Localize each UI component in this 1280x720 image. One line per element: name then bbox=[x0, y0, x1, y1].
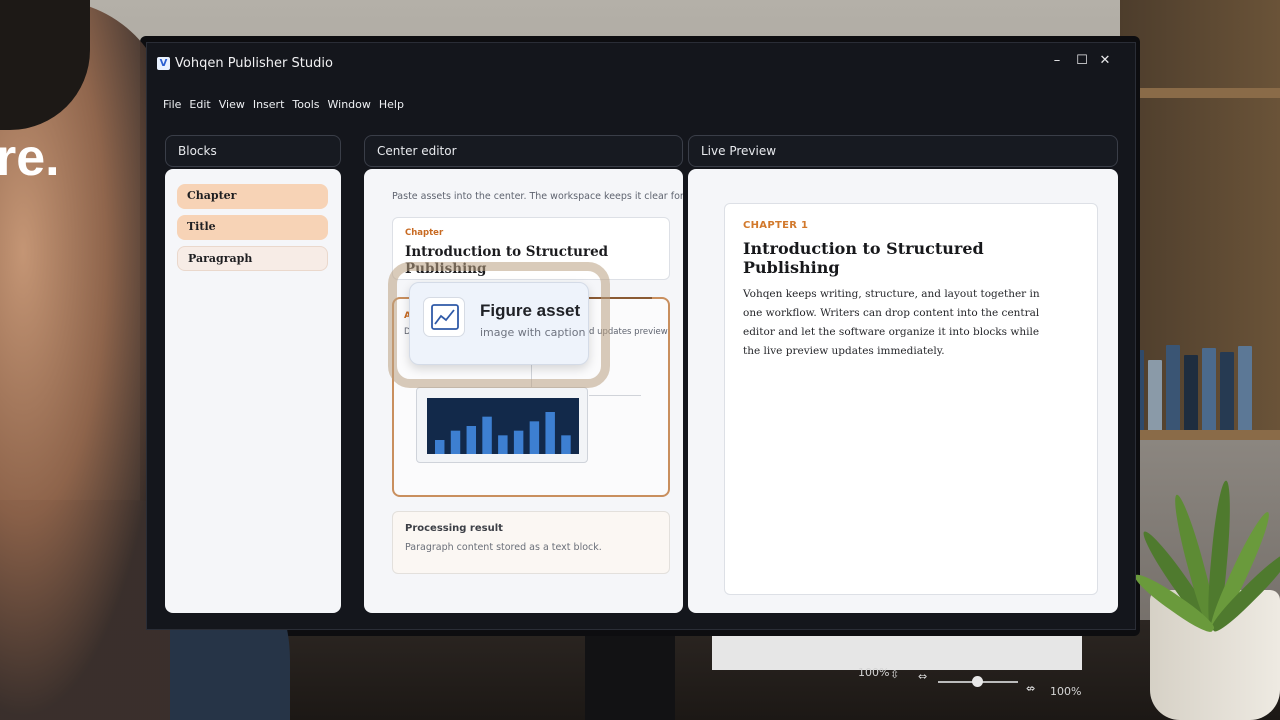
chart-bar bbox=[482, 416, 492, 454]
figure-chart bbox=[427, 398, 579, 454]
background-status-bar: 100% ⇳ ⇔ ⇎ 100% bbox=[850, 660, 1090, 700]
chapter-card-label: Chapter bbox=[405, 228, 444, 238]
menu-insert[interactable]: Insert bbox=[253, 98, 285, 111]
preview-page: CHAPTER 1 Introduction to Structured Pub… bbox=[724, 203, 1098, 595]
collapse-icon: ⇎ bbox=[1026, 682, 1036, 695]
menu-view[interactable]: View bbox=[219, 98, 245, 111]
menu-bar: File Edit View Insert Tools Window Help bbox=[163, 98, 412, 111]
fit-icon: ⇳ bbox=[890, 668, 900, 681]
block-chapter[interactable]: Chapter bbox=[177, 184, 328, 209]
editor-panel-header: Center editor bbox=[364, 135, 683, 167]
maximize-button[interactable]: ☐ bbox=[1072, 53, 1092, 68]
block-paragraph[interactable]: Paragraph bbox=[177, 246, 328, 271]
close-button[interactable]: ✕ bbox=[1095, 53, 1115, 68]
chart-line-icon bbox=[423, 297, 465, 337]
expand-icon: ⇔ bbox=[918, 670, 928, 683]
result-text: Paragraph content stored as a text block… bbox=[405, 542, 602, 553]
zoom-slider-knob bbox=[972, 676, 983, 687]
background-bookshelf bbox=[1120, 0, 1280, 440]
plant bbox=[1130, 390, 1280, 637]
chart-bar bbox=[450, 430, 461, 454]
editor-panel: Paste assets into the center. The worksp… bbox=[364, 169, 683, 613]
block-title[interactable]: Title bbox=[177, 215, 328, 240]
guide-line bbox=[589, 395, 641, 396]
figure-asset-drag-tile[interactable]: Figure asset image with caption bbox=[409, 282, 589, 365]
app-window: V Vohqen Publisher Studio – ☐ ✕ File Edi… bbox=[146, 42, 1136, 630]
blocks-panel-header: Blocks bbox=[165, 135, 341, 167]
result-title: Processing result bbox=[405, 523, 503, 534]
preview-title: Introduction to Structured Publishing bbox=[743, 239, 984, 277]
minimize-button[interactable]: – bbox=[1047, 53, 1067, 68]
drag-tile-title: Figure asset bbox=[480, 301, 581, 320]
app-logo-icon: V bbox=[157, 57, 170, 70]
preview-chapter-label: CHAPTER 1 bbox=[743, 220, 809, 231]
zoom-label: 100% bbox=[858, 666, 890, 679]
chart-bar bbox=[513, 430, 524, 454]
preview-body: Vohqen keeps writing, structure, and lay… bbox=[743, 288, 1040, 357]
chart-bar bbox=[435, 440, 445, 454]
editor-hint: Paste assets into the center. The worksp… bbox=[392, 191, 683, 202]
chart-bar bbox=[561, 435, 571, 454]
processing-result-card: Processing result Paragraph content stor… bbox=[392, 511, 670, 574]
chart-bar bbox=[466, 426, 477, 454]
figure-preview-card[interactable] bbox=[416, 387, 588, 463]
menu-edit[interactable]: Edit bbox=[189, 98, 210, 111]
app-title: Vohqen Publisher Studio bbox=[175, 56, 333, 71]
overlay-caption: re. bbox=[0, 129, 60, 187]
preview-panel-header: Live Preview bbox=[688, 135, 1118, 167]
menu-help[interactable]: Help bbox=[379, 98, 404, 111]
title-bar: V Vohqen Publisher Studio – ☐ ✕ bbox=[147, 43, 1135, 87]
monitor-stand bbox=[585, 630, 675, 720]
menu-file[interactable]: File bbox=[163, 98, 181, 111]
chart-bar bbox=[529, 421, 540, 454]
shelf-board bbox=[1135, 88, 1280, 98]
blocks-panel: Chapter Title Paragraph bbox=[165, 169, 341, 613]
chart-bar bbox=[545, 412, 555, 454]
menu-tools[interactable]: Tools bbox=[292, 98, 319, 111]
zoom-label: 100% bbox=[1050, 685, 1082, 698]
menu-window[interactable]: Window bbox=[328, 98, 371, 111]
preview-panel: CHAPTER 1 Introduction to Structured Pub… bbox=[688, 169, 1118, 613]
drag-tile-subtitle: image with caption bbox=[480, 326, 586, 339]
chart-bar bbox=[498, 435, 508, 454]
